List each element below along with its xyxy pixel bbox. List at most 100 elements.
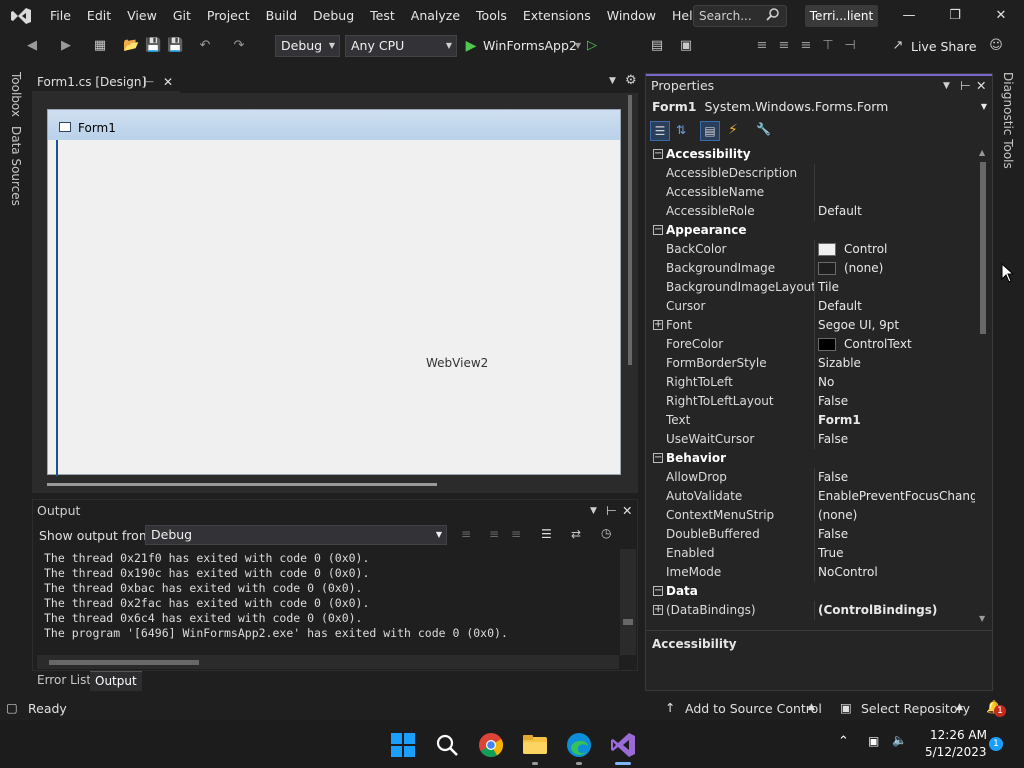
menu-item-edit[interactable]: Edit (79, 0, 119, 32)
browse-icon[interactable]: ▤ (649, 38, 665, 54)
save-icon[interactable]: 💾 (145, 38, 161, 54)
word-wrap-icon[interactable]: ⇄ (571, 527, 581, 541)
clock-date[interactable]: 5/12/2023 (925, 745, 987, 759)
network-icon[interactable]: ▣ (868, 734, 879, 748)
restore-button[interactable]: ❐ (932, 0, 978, 32)
tab-list-dropdown-icon[interactable]: ▼ (609, 76, 616, 86)
alphabetical-icon[interactable]: ⇅ (676, 123, 686, 137)
webview2-control[interactable]: WebView2 (426, 356, 488, 370)
output-options-icon[interactable]: ▼ (590, 500, 597, 522)
property-category[interactable]: − Data (648, 582, 975, 601)
properties-scrollbar[interactable]: ▲ ▼ (977, 148, 990, 626)
property-pages-wrench-icon[interactable]: 🔧 (756, 122, 771, 136)
property-row[interactable]: FormBorderStyle Sizable (648, 354, 975, 373)
menu-item-view[interactable]: View (119, 0, 165, 32)
collapse-icon[interactable]: − (653, 586, 663, 596)
undo-icon[interactable]: ↶ (197, 38, 213, 54)
property-category[interactable]: − Appearance (648, 221, 975, 240)
align-middles-icon[interactable]: ⊣ (842, 38, 858, 54)
tab-output[interactable]: Output (90, 671, 142, 691)
collapse-icon[interactable]: − (653, 225, 663, 235)
property-value[interactable]: NoControl (818, 563, 975, 582)
close-properties-icon[interactable]: ✕ (976, 76, 986, 96)
categorized-icon[interactable]: ☰ (650, 121, 670, 141)
show-hidden-icons-chevron-icon[interactable]: ⌃ (838, 734, 849, 749)
property-row[interactable]: RightToLeftLayout False (648, 392, 975, 411)
windows-start-icon[interactable] (390, 732, 416, 758)
property-row[interactable]: Cursor Default (648, 297, 975, 316)
property-row[interactable]: ImeMode NoControl (648, 563, 975, 582)
clear-all-icon[interactable]: ☰ (541, 527, 552, 541)
add-to-source-control-button[interactable]: Add to Source Control (685, 701, 822, 716)
collapse-icon[interactable]: − (653, 453, 663, 463)
menu-item-debug[interactable]: Debug (305, 0, 362, 32)
toolbox-tab[interactable]: Toolbox (9, 72, 23, 117)
settings-gear-icon[interactable]: ⚙ (625, 73, 637, 88)
close-tab-icon[interactable]: ✕ (163, 72, 173, 92)
designer-vertical-scrollbar[interactable] (622, 93, 638, 473)
timestamp-icon[interactable]: ◷ (601, 526, 611, 540)
open-folder-icon[interactable]: 📂 (123, 38, 139, 54)
property-row[interactable]: AutoValidate EnablePreventFocusChange (648, 487, 975, 506)
feedback-icon[interactable]: ☺ (988, 38, 1004, 54)
property-value[interactable]: ControlText (818, 335, 975, 354)
select-repository-button[interactable]: Select Repository (861, 701, 970, 716)
menu-item-git[interactable]: Git (165, 0, 199, 32)
property-category[interactable]: − Behavior (648, 449, 975, 468)
property-value[interactable]: False (818, 430, 975, 449)
output-text-area[interactable]: The thread 0x21f0 has exited with code 0… (44, 551, 508, 641)
properties-view-icon[interactable]: ▤ (700, 121, 720, 141)
property-value[interactable]: False (818, 392, 975, 411)
property-row[interactable]: + Font Segoe UI, 9pt (648, 316, 975, 335)
property-row[interactable]: RightToLeft No (648, 373, 975, 392)
property-value[interactable]: False (818, 468, 975, 487)
menu-item-build[interactable]: Build (258, 0, 305, 32)
align-rights-icon[interactable]: ≡ (798, 38, 814, 54)
property-value[interactable]: (none) (818, 506, 975, 525)
pin-icon[interactable]: ⊢ (606, 500, 617, 522)
property-value[interactable]: Sizable (818, 354, 975, 373)
menu-item-analyze[interactable]: Analyze (403, 0, 468, 32)
property-value[interactable]: (ControlBindings) (818, 601, 975, 620)
property-value[interactable]: (none) (818, 259, 975, 278)
object-selector[interactable]: Form1 System.Windows.Forms.Form ▼ (646, 96, 992, 118)
pin-icon[interactable]: ⊢ (144, 72, 154, 92)
property-row[interactable]: DoubleBuffered False (648, 525, 975, 544)
search-input[interactable]: Search... (693, 5, 787, 27)
property-value[interactable]: Form1 (818, 411, 975, 430)
menu-item-test[interactable]: Test (362, 0, 403, 32)
tab-error-list[interactable]: Error List (32, 671, 96, 691)
output-vertical-scrollbar[interactable] (620, 549, 636, 655)
start-debugging-icon[interactable]: ▶ (463, 38, 479, 54)
expand-icon[interactable]: + (653, 320, 663, 330)
property-value[interactable]: EnablePreventFocusChange (818, 487, 975, 506)
find-message-icon[interactable]: ≡ (461, 527, 471, 541)
data-sources-tab[interactable]: Data Sources (9, 126, 23, 206)
notification-center-badge[interactable]: 1 (989, 737, 1003, 751)
close-output-icon[interactable]: ✕ (622, 500, 632, 522)
expand-icon[interactable]: + (653, 605, 663, 615)
volume-icon[interactable]: 🔈 (892, 733, 907, 747)
navigate-forward-icon[interactable]: ▶ (58, 38, 74, 54)
property-row[interactable]: ForeColor ControlText (648, 335, 975, 354)
output-source-select[interactable]: Debug ▼ (145, 525, 447, 545)
property-category[interactable]: − Accessibility (648, 145, 975, 164)
edge-icon[interactable] (566, 732, 592, 758)
file-explorer-icon[interactable] (522, 732, 548, 758)
run-target-button[interactable]: WinFormsApp2 (483, 38, 577, 53)
menu-item-window[interactable]: Window (599, 0, 664, 32)
visual-studio-taskbar-icon[interactable] (610, 732, 636, 758)
align-tops-icon[interactable]: ⊤ (820, 38, 836, 54)
previous-message-icon[interactable]: ≡ (489, 527, 499, 541)
navigate-back-icon[interactable]: ◀ (24, 38, 40, 54)
property-row[interactable]: AccessibleRole Default (648, 202, 975, 221)
menu-item-tools[interactable]: Tools (468, 0, 515, 32)
clock-time[interactable]: 12:26 AM (930, 728, 987, 742)
property-row[interactable]: AllowDrop False (648, 468, 975, 487)
property-row[interactable]: Text Form1 (648, 411, 975, 430)
chrome-icon[interactable] (478, 732, 504, 758)
property-value[interactable]: Default (818, 202, 975, 221)
pin-icon[interactable]: ⊢ (960, 76, 971, 96)
property-value[interactable]: No (818, 373, 975, 392)
property-row[interactable]: BackColor Control (648, 240, 975, 259)
